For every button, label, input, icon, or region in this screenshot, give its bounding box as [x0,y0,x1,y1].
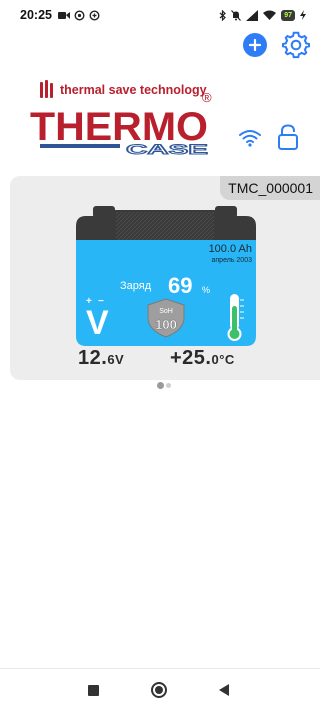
device-id-label: TMC_000001 [220,176,320,200]
lock-icon [278,124,298,150]
lock-button[interactable] [277,124,299,151]
device-card[interactable]: TMC_000001 100.0 Ah апрель 2003 Заряд 69… [10,176,320,380]
back-button[interactable] [219,684,229,696]
voltage-unit: V [115,352,125,367]
status-right-icons: 97 [219,9,306,21]
battery-date: апрель 2003 [212,257,253,264]
charge-value: 69 [168,273,192,298]
gear-icon [282,31,310,59]
charging-icon [300,10,306,20]
logo-tagline: thermal save technology [60,83,207,97]
battery-graphic: 100.0 Ah апрель 2003 Заряд 69 % + − V So… [76,206,256,346]
wifi-button[interactable] [238,128,262,148]
temp-main: +25. [170,347,212,369]
status-left-icons [57,9,100,21]
voltage-symbol: V [86,304,109,342]
charge-unit: % [202,285,210,295]
voltage-decimal: 6 [107,352,116,367]
soh-value: 100 [155,317,177,332]
sync-icon [74,9,85,21]
battery-capacity: 100.0 Ah [209,243,252,255]
bluetooth-icon [219,9,227,21]
thermocase-logo: thermal save technology ® THERMO CASE [30,78,226,158]
status-time: 20:25 [20,8,52,22]
settings-button[interactable] [282,31,310,59]
system-nav-bar [0,668,320,711]
logo-registered: ® [202,90,212,105]
wifi-icon [239,130,261,147]
add-device-button[interactable] [243,33,267,57]
wifi-status-icon [263,10,277,20]
voltage-readout: 12.6V [78,347,124,370]
soh-label: SoH [159,308,173,315]
video-icon [57,11,70,20]
data-saver-icon [89,9,100,21]
temp-unit: °C [219,352,235,367]
page-indicator[interactable] [157,382,171,389]
charge-label: Заряд [120,280,152,292]
home-button[interactable] [151,682,167,698]
logo-brand-bottom: CASE [126,141,208,157]
signal-icon [246,9,259,21]
plus-icon [249,39,261,51]
recents-button[interactable] [88,685,99,696]
page-dot[interactable] [166,383,171,388]
status-bar: 20:25 97 [0,0,320,30]
voltage-main: 12. [78,347,108,369]
page-dot-active[interactable] [157,382,164,389]
battery-status-badge: 97 [281,9,295,21]
mute-icon [231,9,242,21]
temperature-readout: +25.0°C [170,347,235,370]
